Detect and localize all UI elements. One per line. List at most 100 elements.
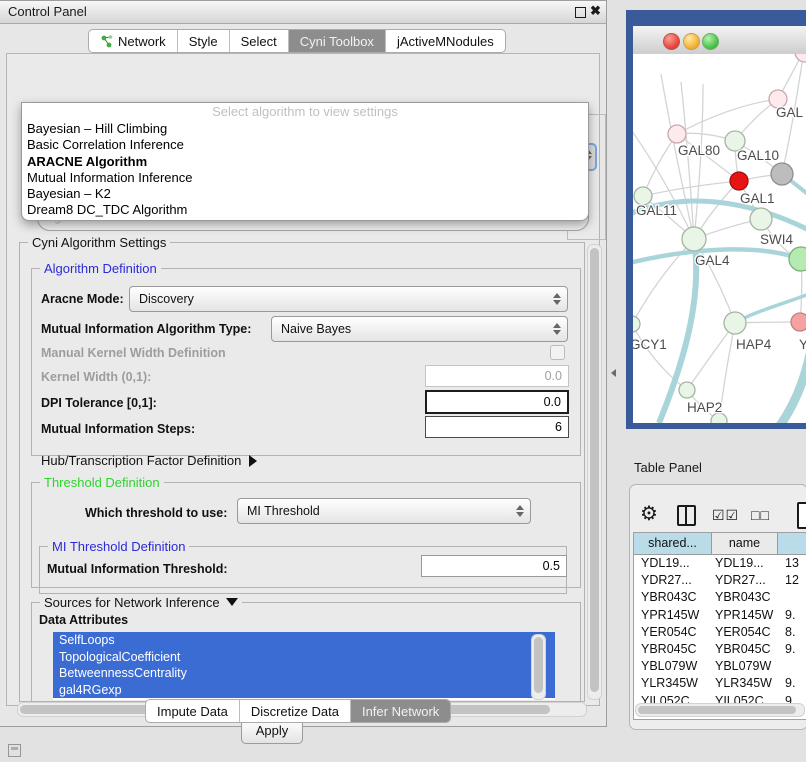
hub-definition-toggle[interactable]: Hub/Transcription Factor Definition	[41, 453, 257, 468]
deselect-all-checkboxes-icon[interactable]: □□	[751, 507, 770, 523]
tab-jactivemnodules[interactable]: jActiveMNodules	[386, 30, 505, 52]
mi-threshold-field[interactable]: 0.5	[421, 555, 567, 577]
columns-icon[interactable]	[677, 505, 696, 526]
dock-panel-icon[interactable]	[8, 744, 21, 757]
algorithm-option[interactable]: Bayesian – K2	[22, 186, 588, 202]
network-edge	[677, 99, 778, 134]
table-row[interactable]: YBR045CYBR045C9.	[634, 641, 806, 658]
network-node[interactable]	[668, 125, 686, 143]
gear-icon[interactable]: ⚙	[640, 501, 658, 526]
aracne-mode-combo[interactable]: Discovery	[129, 286, 568, 312]
network-node[interactable]	[633, 316, 640, 332]
sources-title[interactable]: Sources for Network Inference	[40, 595, 242, 610]
table-cell: YBL079W	[634, 658, 711, 675]
bottom-tab-infer-network[interactable]: Infer Network	[351, 700, 450, 722]
node-label: Y	[799, 337, 806, 352]
node-label: GAL	[776, 105, 804, 120]
tab-select[interactable]: Select	[230, 30, 289, 52]
close-window-button[interactable]	[663, 33, 680, 50]
control-panel-titlebar: Control Panel ✖	[0, 1, 606, 24]
source-attribute-item[interactable]: gal4RGexp	[53, 682, 555, 699]
table-cell: YER054C	[711, 624, 777, 641]
threshold-definition-title: Threshold Definition	[40, 475, 164, 490]
cyni-settings-title: Cyni Algorithm Settings	[28, 235, 170, 250]
kernel-width-field[interactable]: 0.0	[425, 365, 569, 387]
bottom-tab-discretize-data[interactable]: Discretize Data	[240, 700, 351, 722]
table-cell: YDR27...	[634, 572, 711, 589]
node-label: GAL4	[695, 253, 730, 268]
manual-kernel-label: Manual Kernel Width Definition	[41, 346, 226, 360]
which-threshold-value: MI Threshold	[238, 504, 513, 518]
window-title: Control Panel	[8, 4, 87, 19]
which-threshold-combo[interactable]: MI Threshold	[237, 498, 531, 524]
table-rows: YDL19...YDL19...13YDR27...YDR27...12YBR0…	[634, 555, 806, 710]
node-label: HAP4	[736, 337, 772, 352]
tab-label: Style	[189, 34, 218, 49]
table-cell: YBR043C	[634, 589, 711, 606]
network-canvas[interactable]: GALGAL80GAL10GAL1SWI4GAL11GAL4GCY1HAP4YH…	[633, 54, 806, 423]
node-label: SWI4	[760, 232, 793, 247]
table-cell: YPR145W	[634, 607, 711, 624]
table-horizontal-scrollbar[interactable]	[635, 703, 805, 717]
table-row[interactable]: YBR043CYBR043C	[634, 589, 806, 606]
source-attribute-item[interactable]: TopologicalCoefficient	[53, 649, 555, 666]
table-cell: YBR045C	[711, 641, 777, 658]
table-row[interactable]: YPR145WYPR145W9.	[634, 607, 806, 624]
table-cell: YDR27...	[711, 572, 777, 589]
network-edge	[633, 324, 687, 390]
dropdown-item-list: Bayesian – Hill ClimbingBasic Correlatio…	[22, 121, 588, 219]
select-all-checkboxes-icon[interactable]: ☑☑	[712, 507, 739, 524]
mi-type-combo[interactable]: Naive Bayes	[271, 316, 568, 342]
network-node[interactable]	[730, 172, 748, 190]
table-cell	[777, 589, 806, 606]
tab-style[interactable]: Style	[178, 30, 230, 52]
node-table: shared... name YDL19...YDL19...13YDR27..…	[633, 532, 806, 720]
table-cell: 9.	[777, 641, 806, 658]
table-row[interactable]: YDR27...YDR27...12	[634, 572, 806, 589]
tab-cyni-toolbox[interactable]: Cyni Toolbox	[289, 30, 386, 52]
network-node[interactable]	[789, 247, 806, 271]
manual-kernel-checkbox[interactable]	[550, 345, 565, 360]
source-attribute-item[interactable]: BetweennessCentrality	[53, 665, 555, 682]
zoom-window-button[interactable]	[702, 33, 719, 50]
list-scrollbar[interactable]	[531, 634, 546, 700]
network-node[interactable]	[795, 54, 806, 62]
network-node[interactable]	[791, 313, 806, 331]
column-header-shared-name[interactable]: shared...	[634, 533, 712, 555]
network-node[interactable]	[771, 163, 793, 185]
dpi-tolerance-field[interactable]: 0.0	[425, 390, 569, 414]
table-row[interactable]: YDL19...YDL19...13	[634, 555, 806, 572]
panel-divider-collapse-icon[interactable]	[611, 369, 616, 377]
network-icon	[100, 34, 113, 48]
algorithm-option[interactable]: Bayesian – Hill Climbing	[22, 121, 588, 137]
algorithm-option[interactable]: Mutual Information Inference	[22, 170, 588, 186]
minimize-window-button[interactable]	[683, 33, 700, 50]
settings-vertical-scrollbar[interactable]	[587, 244, 602, 700]
control-panel-window: Control Panel ✖ Network Style Select Cyni T…	[0, 0, 607, 727]
network-node[interactable]	[724, 312, 746, 334]
tab-label: Cyni Toolbox	[300, 34, 374, 49]
network-node[interactable]	[682, 227, 706, 251]
table-row[interactable]: YBL079WYBL079W	[634, 658, 806, 675]
table-row[interactable]: YLR345WYLR345W9.	[634, 675, 806, 692]
algorithm-option[interactable]: Dream8 DC_TDC Algorithm	[22, 202, 588, 218]
column-header-name[interactable]: name	[712, 533, 778, 555]
float-window-icon[interactable]	[575, 7, 586, 18]
panel-doc-icon[interactable]	[797, 502, 806, 529]
combo-spinner-icon	[550, 323, 564, 335]
mi-type-label: Mutual Information Algorithm Type:	[41, 322, 251, 336]
close-icon[interactable]: ✖	[590, 3, 601, 19]
table-row[interactable]: YER054CYER054C8.	[634, 624, 806, 641]
network-edge	[643, 134, 677, 196]
tab-network[interactable]: Network	[89, 30, 178, 52]
table-cell: YLR345W	[634, 675, 711, 692]
network-node[interactable]	[679, 382, 695, 398]
table-cell: 13	[777, 555, 806, 572]
column-header-partial[interactable]	[778, 533, 806, 555]
mi-steps-field[interactable]: 6	[425, 416, 569, 438]
source-attribute-item[interactable]: SelfLoops	[53, 632, 555, 649]
algorithm-option[interactable]: Basic Correlation Inference	[22, 137, 588, 153]
network-node[interactable]	[750, 208, 772, 230]
algorithm-option[interactable]: ARACNE Algorithm	[22, 154, 588, 170]
bottom-tab-impute-data[interactable]: Impute Data	[146, 700, 240, 722]
